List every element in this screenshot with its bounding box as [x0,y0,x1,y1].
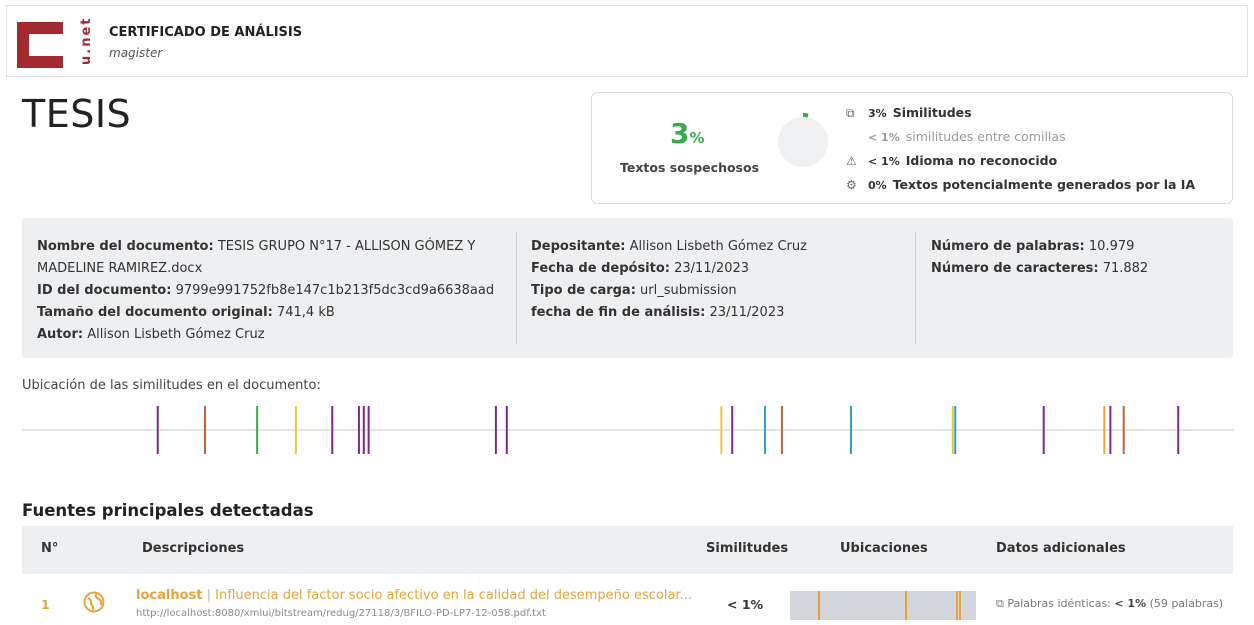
doc-name-value-cont: MADELINE RAMIREZ.docx [37,261,203,276]
upload-type-value: url_submission [640,283,737,298]
info-divider [516,232,517,344]
source-location-mark [905,591,908,620]
similarity-donut [778,113,828,167]
sources-table-header: N° Descripciones Similitudes Ubicaciones… [22,526,1233,574]
info-col-counts: Número de palabras: 10.979 Número de car… [931,236,1221,280]
analysis-end-label: fecha de fin de análisis: [531,305,706,320]
doc-size-label: Tamaño del documento original: [37,305,273,320]
globe-icon [83,591,105,613]
doc-author-label: Autor: [37,327,84,342]
ai-chip-icon: ⚙ [846,178,857,192]
document-info: Nombre del documento: TESIS GRUPO N°17 -… [22,218,1233,358]
doc-id-label: ID del documento: [37,283,172,298]
copy-icon: ⧉ [846,106,855,120]
table-row[interactable]: 1 localhost | Influencia del factor soci… [22,580,1233,625]
source-separator: | [202,588,216,603]
suspicious-percent-sign: % [689,129,705,147]
source-url[interactable]: http://localhost:8080/xmlui/bitstream/re… [136,608,546,619]
identical-words-label: Palabras idénticas: [1007,597,1111,610]
summary-card: 3% Textos sospechosos ⧉ 3% Similitudes < 1… [591,92,1233,204]
word-count-label: Número de palabras: [931,239,1085,254]
col-additional: Datos adicionales [996,541,1126,556]
stat-similarities-value: 3% [868,107,887,120]
word-count-value: 10.979 [1088,239,1135,254]
depositor-value: Allison Lisbeth Gómez Cruz [629,239,807,254]
stat-language-label: Idioma no reconocido [905,153,1058,168]
doc-id-value: 9799e991752fb8e147c1b213f5dc3cd9a6638aad [175,283,495,298]
logo-text: u.net [79,16,94,66]
source-location-mark [817,591,820,620]
stat-ai-value: 0% [868,179,887,192]
source-location-mark [959,591,962,620]
col-locations: Ubicaciones [840,541,928,556]
source-number: 1 [41,597,50,612]
stat-ai-label: Textos potencialmente generados por la I… [892,177,1196,192]
logo-mark [17,22,63,68]
source-description[interactable]: localhost | Influencia del factor socio … [136,588,692,603]
stat-language: ⚠ < 1% Idioma no reconocido [846,153,1057,168]
page-title: TESIS [22,92,132,136]
deposit-date-value: 23/11/2023 [674,261,750,276]
stat-quotes-label: similitudes entre comillas [905,129,1066,144]
similarity-locations-strip [22,406,1234,454]
doc-author-value: Allison Lisbeth Gómez Cruz [87,327,265,342]
upload-type-label: Tipo de carga: [531,283,636,298]
analysis-end-value: 23/11/2023 [709,305,785,320]
logo: u.net [11,8,99,74]
stat-language-value: < 1% [868,155,900,168]
stat-quotes: < 1% similitudes entre comillas [868,129,1066,144]
identical-words-count: (59 palabras) [1149,597,1224,610]
source-locations-bar [790,591,976,620]
language-warning-icon: ⚠ [846,154,857,168]
col-descriptions: Descripciones [142,541,245,556]
locations-label: Ubicación de las similitudes en el docum… [22,378,321,393]
doc-name-label: Nombre del documento: [37,239,214,254]
source-title-link[interactable]: Influencia del factor socio afectivo en … [215,588,692,603]
suspicious-label: Textos sospechosos [620,160,760,175]
col-similarities: Similitudes [706,541,789,556]
source-similarity: < 1% [727,597,764,612]
certificate-header: u.net CERTIFICADO DE ANÁLISIS magister [6,5,1248,77]
col-num: N° [41,541,59,556]
char-count-label: Número de caracteres: [931,261,1099,276]
doc-name-value: TESIS GRUPO N°17 - ALLISON GÓMEZ Y [217,239,476,254]
stat-similarities: ⧉ 3% Similitudes [846,105,972,121]
char-count-value: 71.882 [1102,261,1149,276]
info-divider [915,232,916,344]
info-col-document: Nombre del documento: TESIS GRUPO N°17 -… [37,236,507,346]
stat-quotes-value: < 1% [868,131,900,144]
copy-icon: ⧉ [996,597,1004,610]
certificate-title: CERTIFICADO DE ANÁLISIS [109,25,303,40]
stat-similarities-label: Similitudes [892,105,972,120]
source-additional-data: ⧉ Palabras idénticas: < 1% (59 palabras) [996,597,1223,611]
stat-ai: ⚙ 0% Textos potencialmente generados por l… [846,177,1195,192]
source-name[interactable]: localhost [136,588,202,603]
depositor-label: Depositante: [531,239,626,254]
suspicious-percent-value: 3 [670,117,690,150]
suspicious-percent: 3% [670,117,705,150]
info-col-deposit: Depositante: Allison Lisbeth Gómez Cruz … [531,236,911,324]
donut-track [778,117,828,167]
source-location-mark [955,591,958,620]
identical-words-percent: < 1% [1114,597,1147,610]
sources-title: Fuentes principales detectadas [22,501,314,520]
doc-size-value: 741,4 kB [276,305,335,320]
certificate-subtitle: magister [109,46,163,60]
deposit-date-label: Fecha de depósito: [531,261,670,276]
